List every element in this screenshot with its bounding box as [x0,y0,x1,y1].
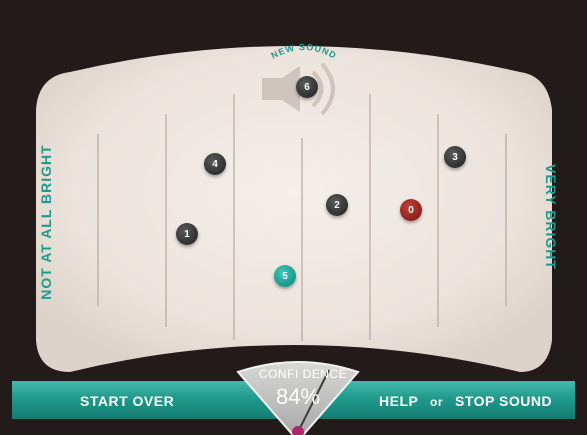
marker-number: 5 [282,270,288,282]
rating-marker-3[interactable]: 3 [444,146,466,168]
marker-number: 1 [184,228,190,240]
marker-number: 0 [408,204,414,216]
stop-sound-button[interactable]: STOP SOUND [455,393,552,409]
start-over-button[interactable]: START OVER [80,393,174,409]
marker-number: 4 [212,158,218,170]
confidence-value: 84% [275,384,321,409]
axis-label-left: NOT AT ALL BRIGHT [38,144,54,300]
axis-label-right: VERY BRIGHT [543,164,559,270]
rating-marker-4[interactable]: 4 [204,153,226,175]
marker-number: 3 [452,151,458,163]
rating-marker-0[interactable]: 0 [400,199,422,221]
new-sound-marker[interactable]: 6 [296,76,318,98]
rating-marker-2[interactable]: 2 [326,194,348,216]
help-button[interactable]: HELP [379,393,418,409]
marker-number: 6 [304,81,310,93]
confidence-label: CONFI DENCE [258,367,348,381]
rating-marker-1[interactable]: 1 [176,223,198,245]
rating-marker-5[interactable]: 5 [274,265,296,287]
marker-number: 2 [334,199,340,211]
sound-rating-stage: NEW SOUND NOT AT ALL BRIGHT VERY BRIGHT … [0,0,587,435]
or-text: or [430,395,443,409]
